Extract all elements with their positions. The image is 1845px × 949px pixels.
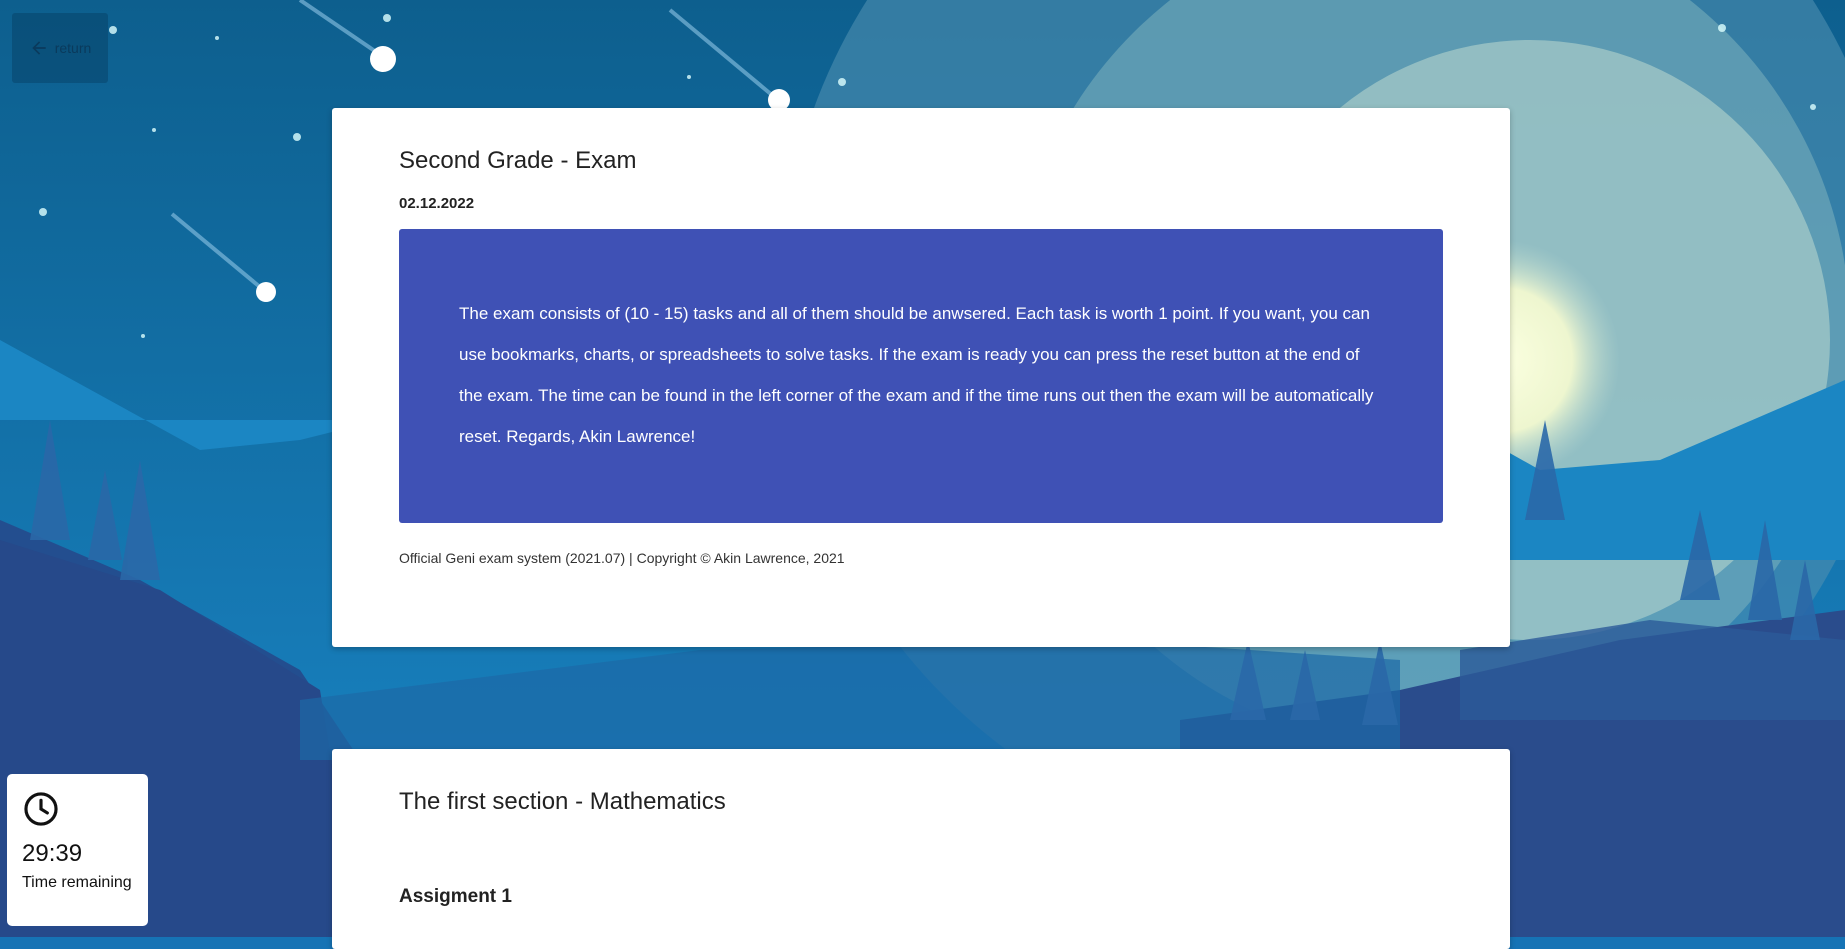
timer-widget: 29:39 Time remaining: [7, 774, 148, 926]
arrow-left-icon: [32, 41, 46, 55]
section-card: The first section - Mathematics Assigmen…: [332, 749, 1510, 949]
instructions-text: The exam consists of (10 - 15) tasks and…: [459, 304, 1374, 446]
exam-instructions: The exam consists of (10 - 15) tasks and…: [399, 229, 1443, 523]
time-remaining-label: Time remaining: [22, 874, 132, 891]
section-title: The first section - Mathematics: [399, 788, 726, 815]
assignment-heading: Assigment 1: [399, 886, 512, 907]
copyright-footer: Official Geni exam system (2021.07) | Co…: [399, 550, 845, 566]
return-label: return: [54, 40, 92, 56]
exam-info-card: Second Grade - Exam 02.12.2022 The exam …: [332, 108, 1510, 647]
return-button[interactable]: return: [12, 13, 108, 83]
exam-date: 02.12.2022: [399, 195, 475, 212]
clock-icon: [24, 792, 58, 826]
time-remaining-value: 29:39: [22, 840, 83, 867]
exam-title: Second Grade - Exam: [399, 147, 637, 174]
